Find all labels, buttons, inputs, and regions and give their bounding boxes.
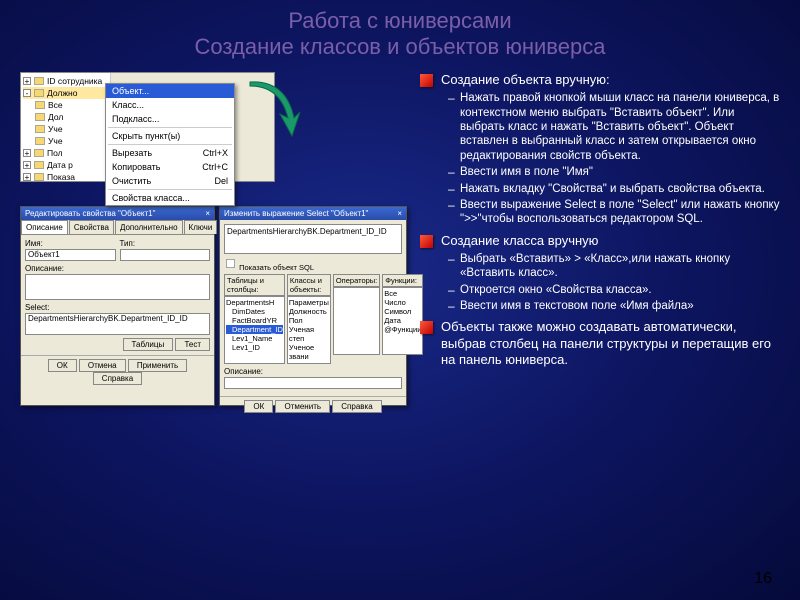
ctx-item-cut[interactable]: ВырезатьCtrl+X [106, 146, 234, 160]
name-input[interactable]: Объект1 [25, 249, 116, 261]
ctx-item-class[interactable]: Класс... [106, 98, 234, 112]
slide-title-1: Работа с юниверсами [10, 8, 790, 34]
tree-panel: +ID сотрудника -Должно Все Дол Уче Уче +… [20, 72, 275, 182]
tab-description[interactable]: Описание [21, 220, 68, 234]
sub-bullet: –Нажать правой кнопкой мыши класс на пан… [448, 91, 780, 163]
ok-button[interactable]: ОК [244, 400, 273, 413]
classes-tree[interactable]: Параметры Должность Пол Ученая степ Учен… [287, 296, 331, 364]
ctx-item-props[interactable]: Свойства класса... [106, 191, 234, 205]
bullet-item: Создание объекта вручную: [420, 72, 780, 88]
tab-keys[interactable]: Ключи [184, 220, 218, 234]
ctx-item-subclass[interactable]: Подкласс... [106, 112, 234, 126]
bullet-icon [420, 74, 433, 87]
apply-button[interactable]: Применить [128, 359, 187, 372]
arrow-icon [240, 78, 310, 148]
bullet-icon [420, 321, 433, 334]
edit-select-dialog: Изменить выражение Select "Объект1" × Dep… [219, 206, 407, 406]
context-menu[interactable]: Объект... Класс... Подкласс... Скрыть пу… [105, 83, 235, 206]
close-icon[interactable]: × [205, 209, 210, 218]
sub-bullet: –Откроется окно «Свойства класса». [448, 283, 780, 297]
slide-title-2: Создание классов и объектов юниверса [10, 34, 790, 60]
sub-bullet: –Выбрать «Вставить» > «Класс»,или нажать… [448, 252, 780, 281]
bullet-icon [420, 235, 433, 248]
tables-tree[interactable]: DepartmentsH DimDates FactBoardYR Depart… [224, 296, 285, 364]
ok-button[interactable]: ОК [48, 359, 77, 372]
operators-list[interactable] [333, 287, 380, 355]
bullet-item: Объекты также можно создавать автоматиче… [420, 319, 780, 368]
cancel-button[interactable]: Отмена [79, 359, 126, 372]
ctx-item-clear[interactable]: ОчиститьDel [106, 174, 234, 188]
close-icon[interactable]: × [397, 209, 402, 218]
desc-input[interactable] [25, 274, 210, 300]
tree-view: +ID сотрудника -Должно Все Дол Уче Уче +… [21, 73, 111, 181]
select-input[interactable]: DepartmentsHierarchyBK.Department_ID_ID [25, 313, 210, 335]
text-content: Создание объекта вручную: –Нажать правой … [420, 72, 780, 406]
sub-bullet: –Ввести имя в текстовом поле «Имя файла» [448, 299, 780, 313]
screenshot-area: +ID сотрудника -Должно Все Дол Уче Уче +… [20, 72, 410, 406]
bullet-item: Создание класса вручную [420, 233, 780, 249]
expand-icon: + [23, 77, 31, 85]
help-button[interactable]: Справка [332, 400, 381, 413]
ctx-item-hide[interactable]: Скрыть пункт(ы) [106, 129, 234, 143]
test-button[interactable]: Тест [175, 338, 210, 351]
sub-bullet: –Ввести выражение Select в поле "Select"… [448, 198, 780, 227]
tables-button[interactable]: Таблицы [123, 338, 174, 351]
tab-properties[interactable]: Свойства [69, 220, 114, 234]
edit-properties-dialog: Редактировать свойства "Объект1" × Описан… [20, 206, 215, 406]
show-sql-checkbox[interactable] [226, 259, 235, 268]
bullet-text: Создание объекта вручную: [441, 72, 610, 88]
functions-tree[interactable]: Все Число Символ Дата @Функции [382, 287, 423, 355]
type-select[interactable] [120, 249, 211, 261]
help-button[interactable]: Справка [93, 372, 142, 385]
bullet-text: Создание класса вручную [441, 233, 598, 249]
dialog1-title: Редактировать свойства "Объект1" [25, 209, 155, 218]
ctx-item-object[interactable]: Объект... [106, 84, 234, 98]
ctx-item-copy[interactable]: КопироватьCtrl+C [106, 160, 234, 174]
dialog2-title: Изменить выражение Select "Объект1" [224, 209, 368, 218]
desc2-input[interactable] [224, 377, 402, 389]
expression-input[interactable]: DepartmentsHierarchyBK.Department_ID_ID [224, 224, 402, 254]
tab-advanced[interactable]: Дополнительно [115, 220, 183, 234]
sub-bullet: –Ввести имя в поле "Имя" [448, 165, 780, 179]
bullet-text: Объекты также можно создавать автоматиче… [441, 319, 780, 368]
cancel-button[interactable]: Отменить [275, 400, 330, 413]
sub-bullet: –Нажать вкладку "Свойства" и выбрать сво… [448, 182, 780, 196]
page-number: 16 [754, 570, 772, 588]
